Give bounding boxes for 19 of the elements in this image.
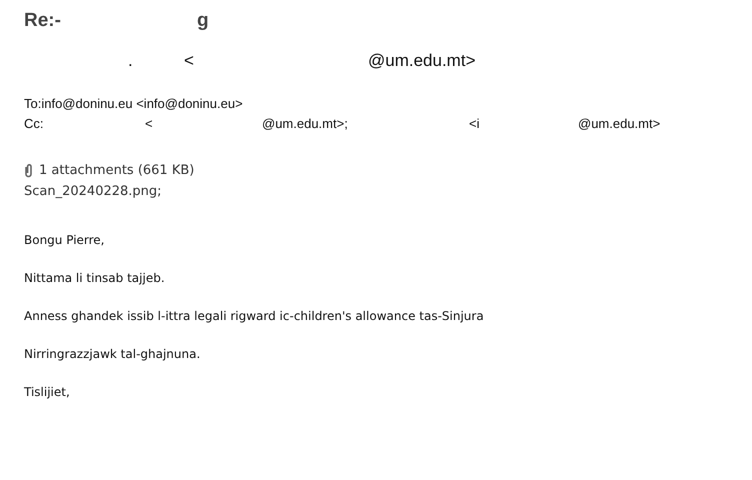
subject-text: g [197,10,209,32]
subject-text: Re:- [24,10,62,32]
cc-text: @um.edu.mt> [578,116,660,131]
sender-text: @um.edu.mt> [368,51,476,71]
cc-text: Cc: [24,116,44,131]
message-paragraph: Bongu Pierre, [24,232,106,249]
cc-text: <i [469,116,480,131]
paperclip-icon [24,162,33,178]
attachment-summary: 1 attachments (661 KB) [39,162,194,178]
cc-text: @um.edu.mt>; [262,116,349,131]
message-paragraph: Nittama li tinsab tajjeb. [24,270,166,287]
attachment-file-link[interactable]: Scan_20240228.png; [24,184,162,199]
sender-text: < [184,51,195,71]
recipient-line: To:info@doninu.eu <info@doninu.eu> [24,96,243,111]
sender-text: . [128,51,134,71]
message-paragraph: Anness ghandek issib l-ittra legali rigward ic-children's allowance tas-Sinjura [24,308,485,325]
cc-text: < [145,116,154,131]
message-paragraph: Nirringrazzjawk tal-ghajnuna. [24,346,202,363]
message-paragraph: Tislijiet, [24,384,71,401]
